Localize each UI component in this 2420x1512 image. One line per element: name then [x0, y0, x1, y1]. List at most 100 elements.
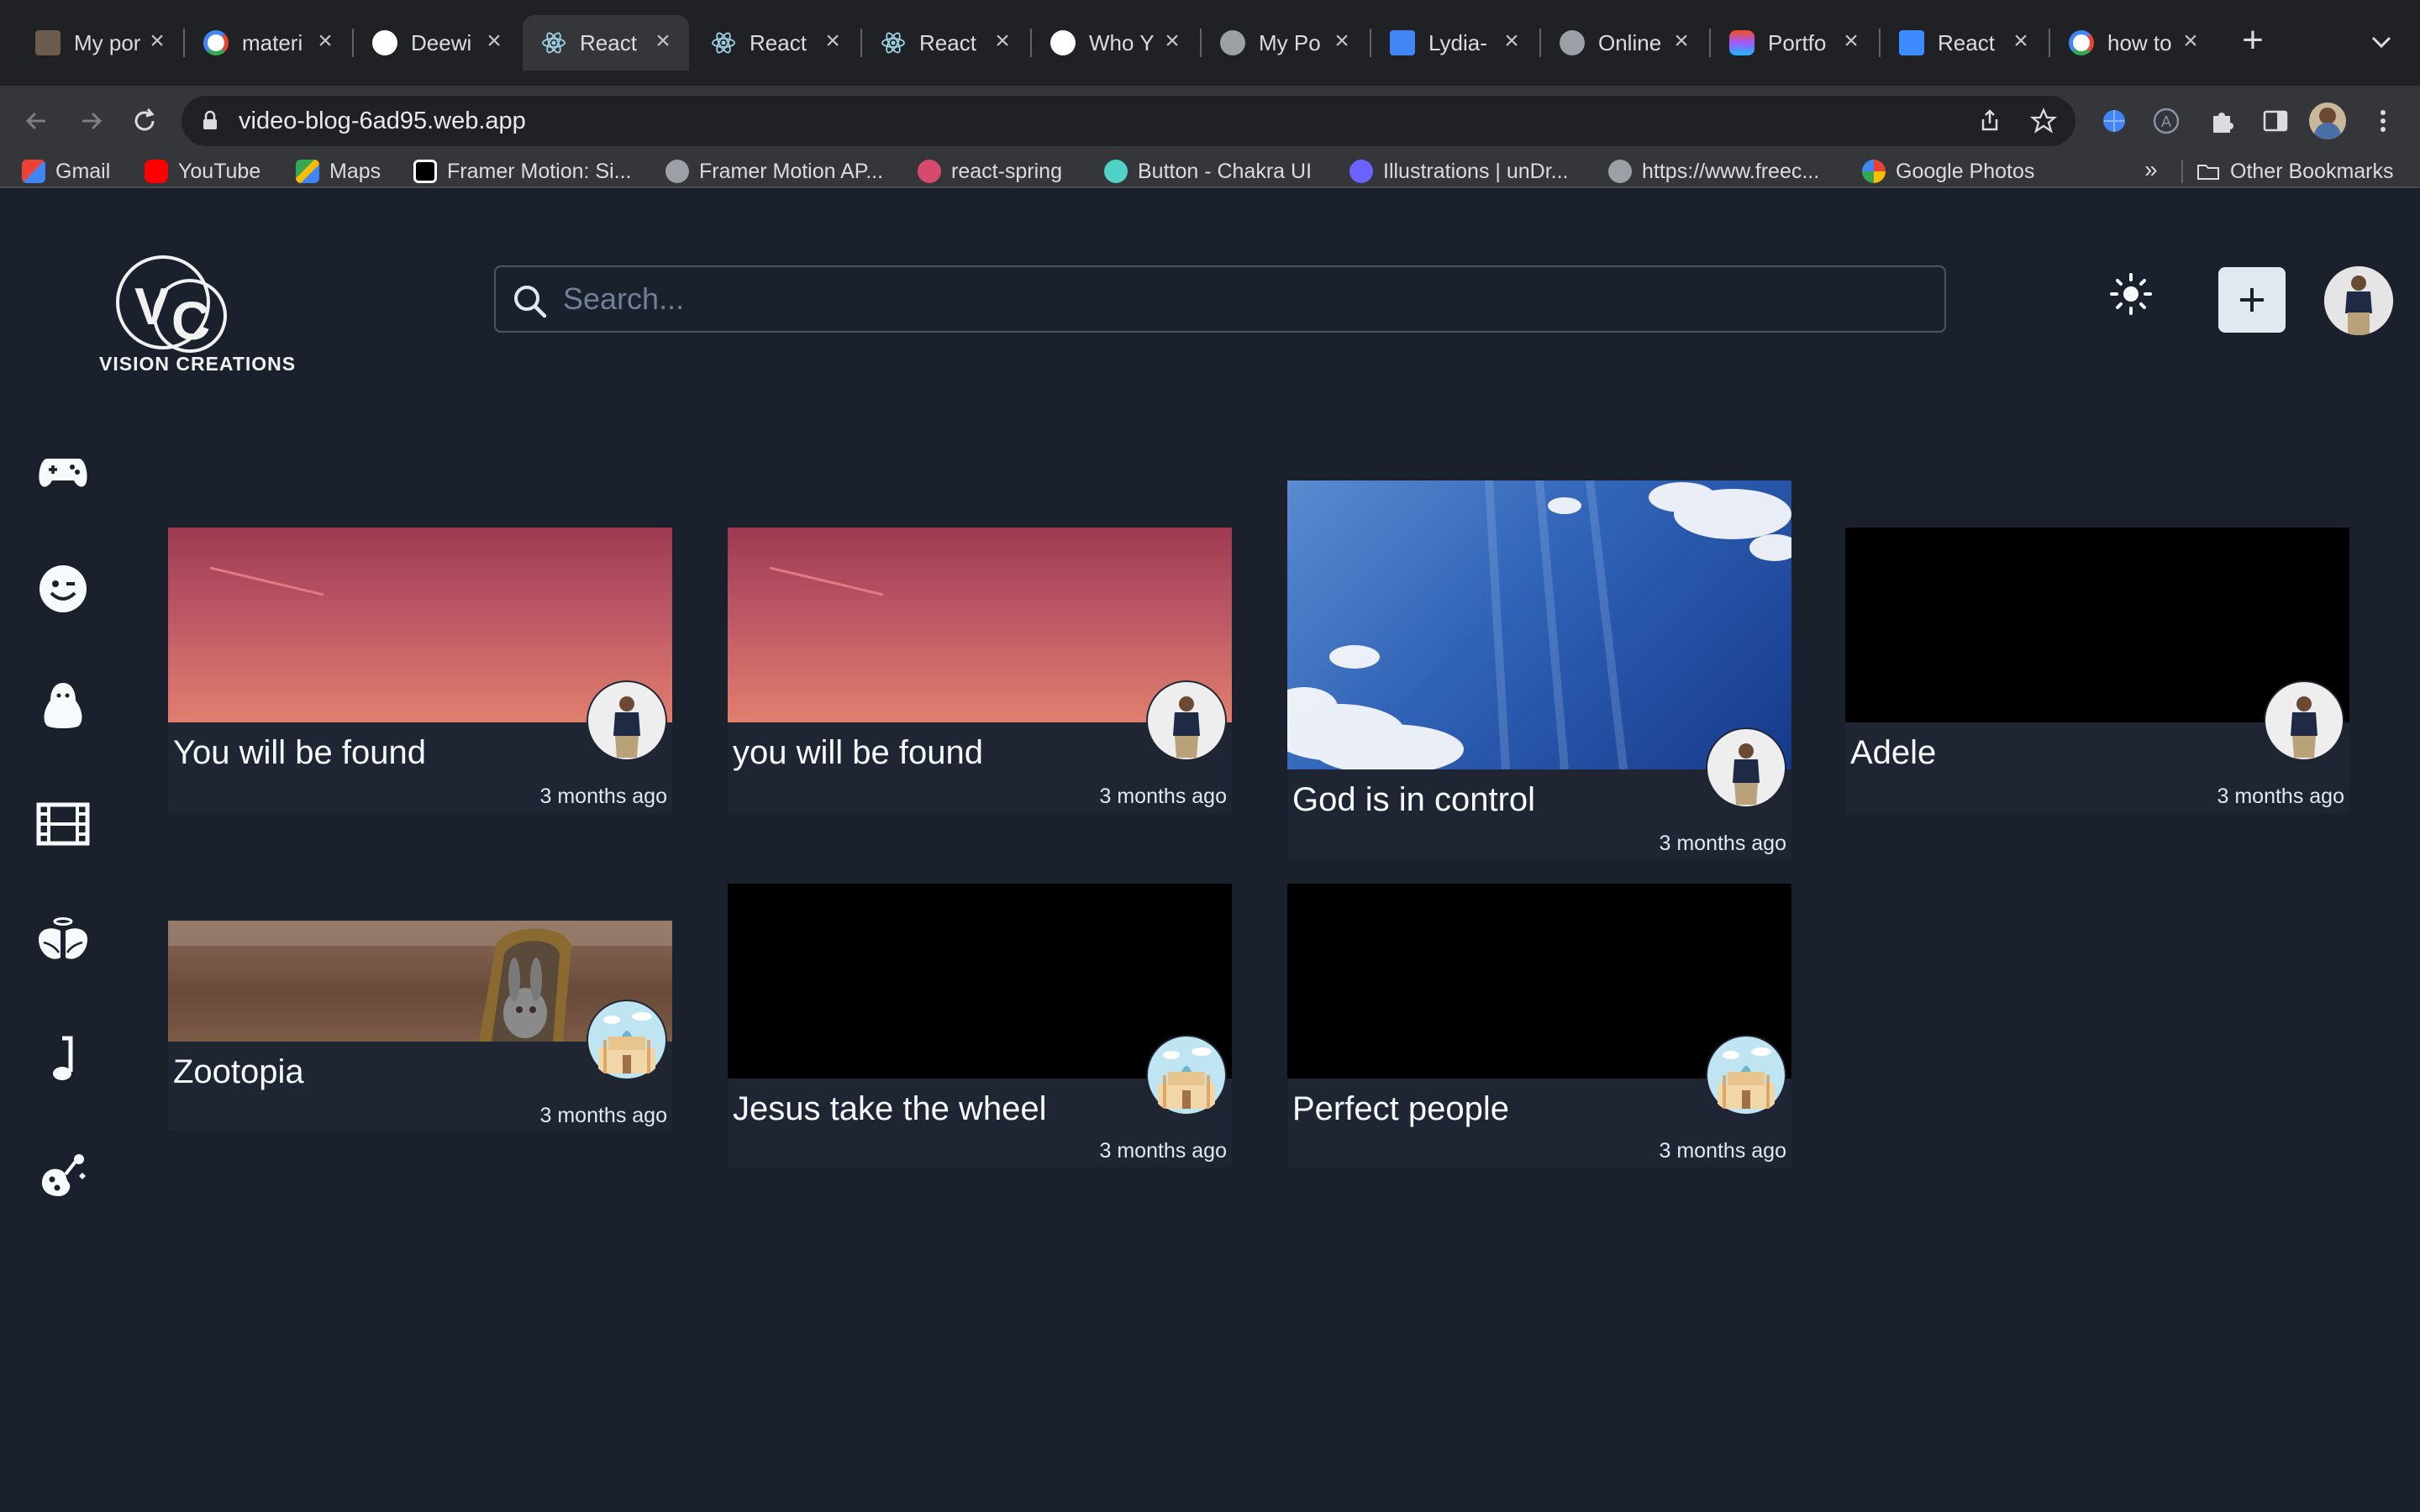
- reload-icon[interactable]: [126, 102, 163, 139]
- extensions-puzzle-icon[interactable]: [2203, 102, 2240, 139]
- browser-tab[interactable]: Who Y ×: [1032, 15, 1198, 71]
- address-bar[interactable]: video-blog-6ad95.web.app: [182, 96, 2075, 146]
- owner-avatar[interactable]: [587, 1000, 667, 1080]
- browser-tab[interactable]: My por ×: [17, 15, 183, 71]
- tab-close-icon[interactable]: ×: [1329, 29, 1355, 54]
- tab-close-icon[interactable]: ×: [990, 29, 1015, 54]
- tab-close-icon[interactable]: ×: [1669, 29, 1694, 54]
- bookmark-undraw[interactable]: Illustrations | unDr...: [1349, 156, 1568, 186]
- tab-close-icon[interactable]: ×: [2008, 29, 2033, 54]
- bookmark-maps[interactable]: Maps: [296, 156, 381, 186]
- kebab-menu-icon[interactable]: [2365, 102, 2402, 139]
- tab-close-icon[interactable]: ×: [1499, 29, 1524, 54]
- bookmark-gmail[interactable]: Gmail: [22, 156, 110, 186]
- tab-close-icon[interactable]: ×: [145, 29, 170, 54]
- angel-wings-icon[interactable]: [35, 914, 91, 969]
- owner-avatar[interactable]: [1146, 1035, 1227, 1116]
- bookmark-framer-motion[interactable]: Framer Motion: Si...: [413, 156, 632, 186]
- sun-icon[interactable]: [2107, 270, 2154, 318]
- video-title[interactable]: Perfect people: [1292, 1090, 1509, 1128]
- owner-avatar[interactable]: [1146, 680, 1227, 761]
- owner-avatar[interactable]: [1706, 1035, 1786, 1116]
- video-upload-time: 3 months ago: [1659, 1139, 1787, 1163]
- video-title[interactable]: you will be found: [733, 734, 983, 772]
- tab-close-icon[interactable]: ×: [650, 29, 676, 54]
- video-thumbnail[interactable]: [1287, 480, 1791, 769]
- undraw-icon: [1349, 160, 1373, 183]
- back-arrow-icon[interactable]: [18, 102, 55, 139]
- video-title[interactable]: God is in control: [1292, 781, 1535, 819]
- tab-title: My Po: [1259, 30, 1321, 55]
- video-card[interactable]: Jesus take the wheel 3 months ago: [728, 884, 1232, 1168]
- owner-avatar[interactable]: [2264, 680, 2344, 761]
- video-card[interactable]: You will be found 3 months ago: [168, 528, 672, 813]
- film-icon[interactable]: [35, 796, 91, 852]
- bookmark-google-photos[interactable]: Google Photos: [1862, 156, 2034, 186]
- lock-icon[interactable]: [198, 109, 222, 133]
- browser-tab[interactable]: React ×: [862, 15, 1028, 71]
- github-favicon-icon: [372, 30, 397, 55]
- smiley-icon[interactable]: [35, 561, 91, 617]
- font-extension-icon[interactable]: A: [2148, 102, 2185, 139]
- browser-tab[interactable]: React ×: [692, 15, 859, 71]
- bookmark-other-bookmarks[interactable]: Other Bookmarks: [2196, 156, 2394, 186]
- tab-close-icon[interactable]: ×: [2178, 29, 2203, 54]
- framer-icon: [413, 160, 437, 183]
- video-card[interactable]: Perfect people 3 months ago: [1287, 884, 1791, 1168]
- search-bar[interactable]: [494, 265, 1946, 333]
- video-title[interactable]: Jesus take the wheel: [733, 1090, 1047, 1128]
- forward-arrow-icon[interactable]: [72, 102, 109, 139]
- video-title[interactable]: You will be found: [173, 734, 426, 772]
- browser-tab[interactable]: Online ×: [1541, 15, 1707, 71]
- bookmark-freecodecamp[interactable]: https://www.freec...: [1608, 156, 1819, 186]
- palette-icon[interactable]: [35, 1149, 91, 1205]
- tab-close-icon[interactable]: ×: [820, 29, 845, 54]
- bookmarks-overflow-chevron-icon[interactable]: »: [2144, 156, 2158, 183]
- browser-tab[interactable]: materi ×: [185, 15, 351, 71]
- bookmark-youtube[interactable]: YouTube: [145, 156, 260, 186]
- docs-favicon-icon: [1390, 30, 1415, 55]
- video-card[interactable]: you will be found 3 months ago: [728, 528, 1232, 813]
- tab-search-chevron-icon[interactable]: [2365, 25, 2398, 59]
- gamepad-icon[interactable]: [35, 444, 91, 499]
- browser-tab[interactable]: how to ×: [2050, 15, 2217, 71]
- browser-tab[interactable]: Deewi ×: [354, 15, 520, 71]
- browser-tab-active[interactable]: React ×: [523, 15, 689, 71]
- video-title[interactable]: Zootopia: [173, 1053, 304, 1091]
- profile-avatar[interactable]: [2309, 102, 2346, 139]
- video-card[interactable]: Zootopia 3 months ago: [168, 921, 672, 1131]
- bookmark-label: react-spring: [951, 159, 1062, 183]
- video-card[interactable]: God is in control 3 months ago: [1287, 480, 1791, 860]
- bookmark-react-spring[interactable]: react-spring: [918, 156, 1062, 186]
- share-icon[interactable]: [1976, 108, 2003, 134]
- video-title[interactable]: Adele: [1850, 734, 1936, 772]
- bookmark-star-icon[interactable]: [2030, 108, 2057, 134]
- owner-avatar[interactable]: [587, 680, 667, 761]
- new-tab-button[interactable]: +: [2235, 22, 2270, 59]
- url-text: video-blog-6ad95.web.app: [239, 108, 526, 134]
- penguin-icon[interactable]: [35, 679, 91, 734]
- owner-avatar[interactable]: [1706, 727, 1786, 808]
- tab-close-icon[interactable]: ×: [1839, 29, 1864, 54]
- browser-tab[interactable]: My Po ×: [1202, 15, 1368, 71]
- video-card[interactable]: Adele 3 months ago: [1845, 528, 2349, 813]
- bookmark-framer-motion-api[interactable]: Framer Motion AP...: [666, 156, 883, 186]
- tab-close-icon[interactable]: ×: [313, 29, 338, 54]
- browser-tab[interactable]: React ×: [1881, 15, 2047, 71]
- plus-icon: [2240, 288, 2264, 312]
- user-avatar[interactable]: [2324, 266, 2393, 335]
- translate-extension-icon[interactable]: [2096, 102, 2133, 139]
- maps-icon: [296, 160, 319, 183]
- tab-close-icon[interactable]: ×: [1160, 29, 1185, 54]
- music-note-icon[interactable]: [35, 1032, 91, 1087]
- tab-title: My por: [74, 30, 141, 55]
- bookmark-chakra-ui[interactable]: Button - Chakra UI: [1104, 156, 1312, 186]
- tab-close-icon[interactable]: ×: [481, 29, 507, 54]
- side-panel-icon[interactable]: [2257, 102, 2294, 139]
- folder-icon: [2197, 165, 2219, 180]
- browser-tab[interactable]: Portfo ×: [1711, 15, 1877, 71]
- search-input[interactable]: [563, 276, 1907, 323]
- building-avatar-icon: [1706, 1035, 1786, 1116]
- add-video-button[interactable]: [2218, 267, 2286, 333]
- browser-tab[interactable]: Lydia- ×: [1371, 15, 1538, 71]
